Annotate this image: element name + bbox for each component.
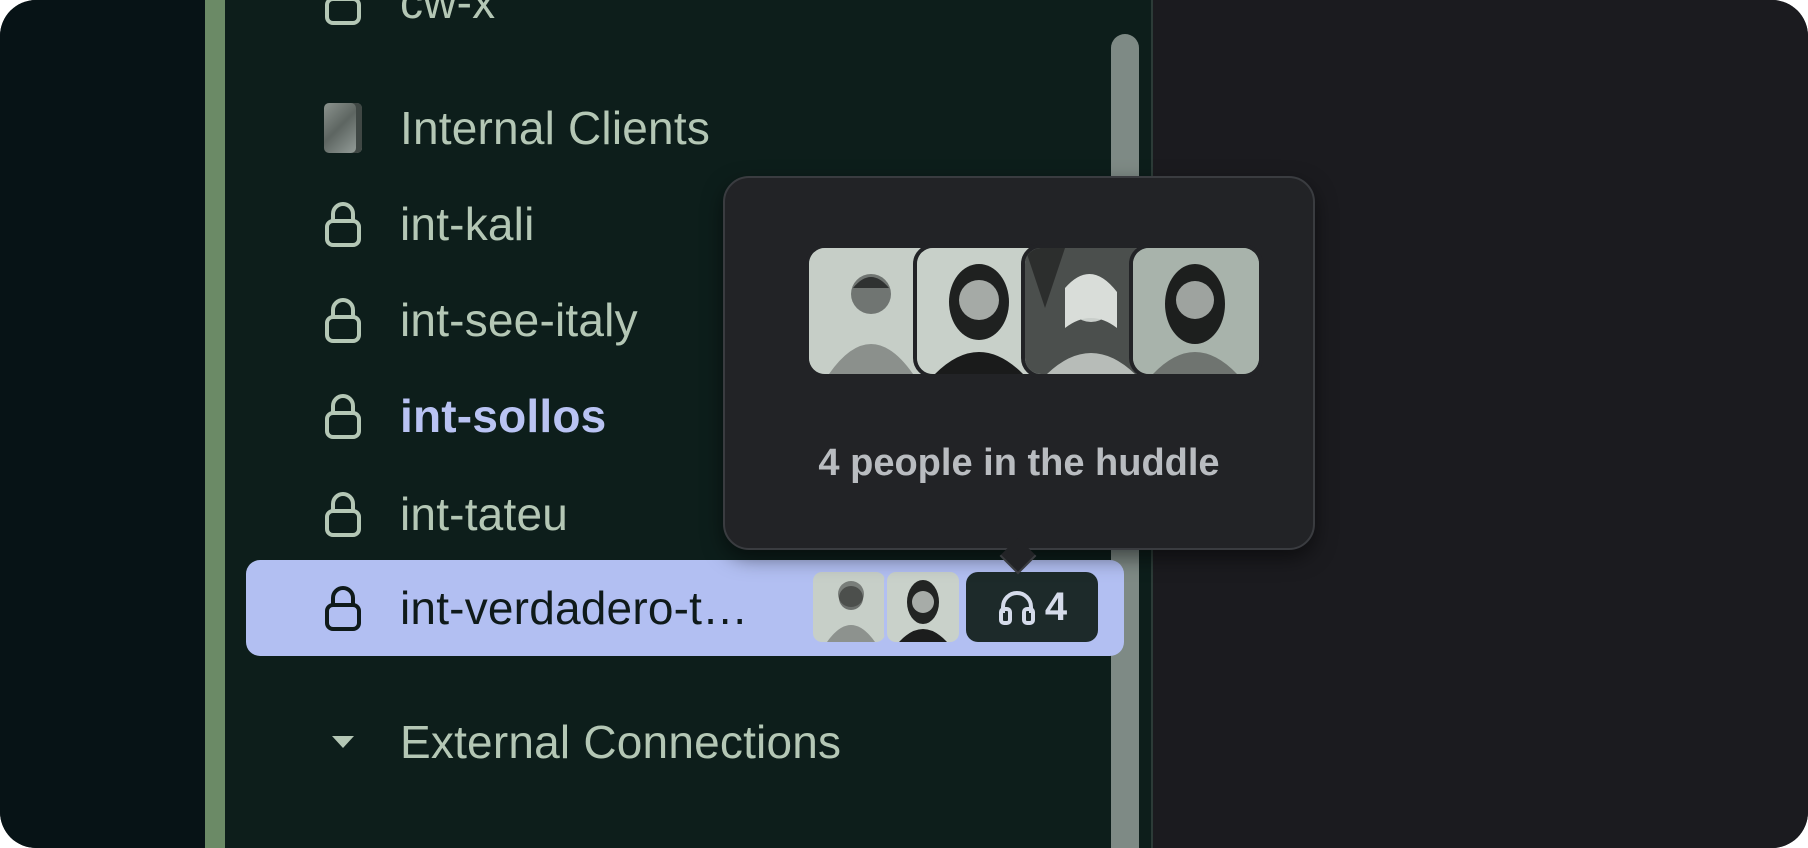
sidebar-item-label: Internal Clients	[400, 102, 711, 154]
lock-icon	[306, 194, 380, 254]
section-external-connections[interactable]: External Connections	[246, 694, 1126, 790]
huddle-participants	[805, 244, 1263, 378]
sidebar-item-cw-x[interactable]: cw-x	[246, 0, 1126, 50]
section-label: External Connections	[400, 716, 842, 768]
sidebar-item-label: int-kali	[400, 198, 535, 250]
lock-icon	[306, 484, 380, 544]
avatar	[884, 569, 962, 645]
avatar	[810, 569, 888, 645]
huddle-count-badge[interactable]: 4	[966, 572, 1098, 642]
sidebar-item-label: int-see-italy	[400, 294, 638, 346]
book-icon	[306, 98, 380, 158]
workspace-switcher-panel	[0, 0, 205, 848]
huddle-tooltip: 4 people in the huddle	[723, 176, 1315, 550]
app-frame: cw-x Internal Clients int-kali int-see-i…	[0, 0, 1808, 848]
huddle-count: 4	[1044, 584, 1068, 629]
sidebar-item-label: int-verdadero-t…	[400, 582, 749, 634]
sidebar-item-label: cw-x	[400, 0, 496, 28]
caret-down-icon	[306, 712, 380, 772]
sidebar-rail	[205, 0, 225, 848]
lock-icon	[306, 0, 380, 32]
sidebar-item-internal-clients[interactable]: Internal Clients	[246, 80, 1126, 176]
avatar	[1129, 244, 1263, 378]
sidebar-item-label: int-tateu	[400, 488, 569, 540]
huddle-tooltip-text: 4 people in the huddle	[818, 442, 1220, 484]
lock-icon	[306, 290, 380, 350]
lock-icon	[306, 578, 380, 638]
sidebar-item-label: int-sollos	[400, 390, 607, 442]
huddle-indicator[interactable]: 4	[810, 569, 1098, 645]
lock-icon	[306, 386, 380, 446]
headphones-icon	[998, 591, 1035, 625]
